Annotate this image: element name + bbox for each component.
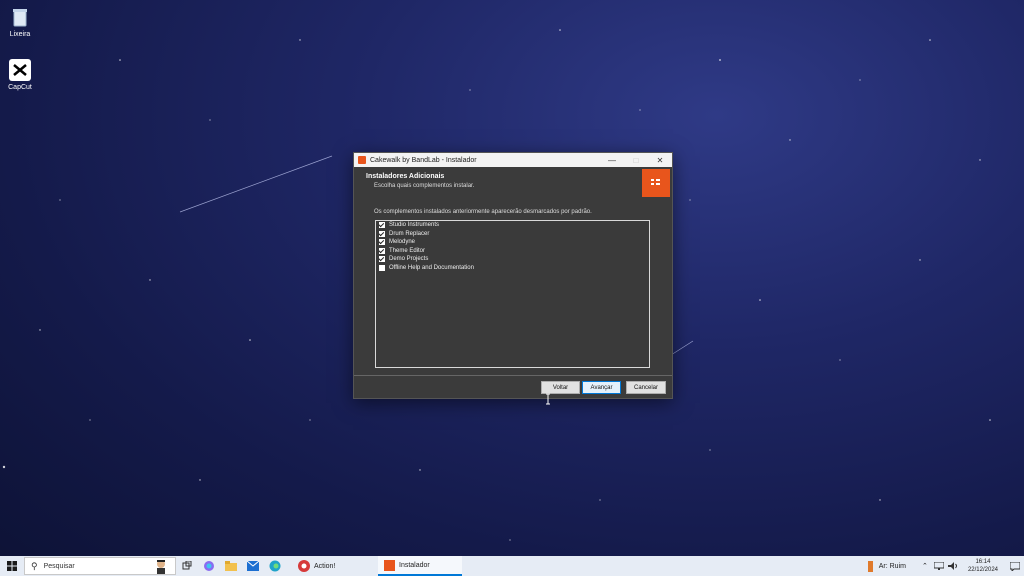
checkbox[interactable]: [379, 256, 385, 263]
volume-button[interactable]: [946, 556, 960, 576]
maximize-button[interactable]: □: [624, 156, 648, 165]
search-placeholder: Pesquisar: [43, 562, 75, 570]
search-box[interactable]: ⚲ Pesquisar: [24, 557, 176, 575]
close-button[interactable]: ✕: [648, 156, 672, 165]
list-item[interactable]: Drum Replacer: [376, 230, 649, 239]
folder-icon: [225, 561, 237, 571]
desktop-icon-label: CapCut: [8, 84, 32, 91]
list-item[interactable]: Studio Instruments: [376, 221, 649, 230]
taskbar-app-installer[interactable]: Instalador: [378, 556, 462, 576]
checkbox[interactable]: [379, 230, 385, 237]
clock-time: 16:14: [975, 559, 991, 565]
notification-bell-icon: [1010, 561, 1020, 571]
cakewalk-installer-icon: [384, 559, 395, 571]
network-button[interactable]: [932, 556, 946, 576]
speaker-icon: [947, 562, 957, 570]
installer-dialog: Cakewalk by BandLab - Instalador — □ ✕ I…: [353, 152, 673, 399]
search-highlight-icon: [157, 560, 165, 574]
copilot-button[interactable]: [198, 556, 220, 576]
cakewalk-app-icon: [358, 156, 366, 164]
header-subtitle: Escolha quais complementos instalar.: [374, 183, 475, 189]
checkbox[interactable]: [379, 222, 385, 229]
chevron-up-icon: ⌃: [922, 563, 928, 570]
next-button[interactable]: Avançar: [582, 381, 621, 394]
desktop-icon-recycle-bin[interactable]: Lixeira: [0, 6, 40, 38]
checkbox[interactable]: [379, 239, 385, 246]
cakewalk-logo-icon: [642, 169, 670, 197]
text-cursor-icon: [546, 393, 550, 405]
list-item[interactable]: Theme Editor: [376, 247, 649, 256]
taskbar: ⚲ Pesquisar Action! Instalador Ar: Ruim …: [0, 556, 1024, 576]
info-note: Os complementos instalados anteriormente…: [374, 209, 592, 215]
network-icon: [933, 562, 944, 570]
start-button[interactable]: [0, 556, 24, 576]
mail-button[interactable]: [242, 556, 264, 576]
system-tray: Ar: Ruim ⌃ 16:14 22/12/2024: [866, 556, 1024, 576]
minimize-button[interactable]: —: [600, 156, 624, 165]
desktop-icon-label: Lixeira: [9, 31, 31, 38]
header-title: Instaladores Adicionais: [366, 173, 445, 180]
edge-browser-icon: [269, 560, 281, 572]
window-title: Cakewalk by BandLab - Instalador: [370, 156, 477, 164]
list-item[interactable]: Demo Projects: [376, 255, 649, 264]
edge-button[interactable]: [264, 556, 286, 576]
cancel-button[interactable]: Cancelar: [626, 381, 666, 394]
weather-widget[interactable]: Ar: Ruim: [866, 560, 906, 572]
list-item[interactable]: Melodyne: [376, 238, 649, 247]
task-view-icon: [182, 561, 192, 570]
checkbox[interactable]: [379, 247, 385, 254]
taskbar-app-action[interactable]: Action!: [292, 556, 374, 576]
notifications-button[interactable]: [1006, 556, 1024, 576]
title-bar[interactable]: Cakewalk by BandLab - Instalador — □ ✕: [354, 153, 672, 167]
divider: [354, 375, 672, 376]
search-icon: ⚲: [31, 560, 38, 571]
windows-icon: [7, 561, 17, 571]
wizard-header: Instaladores Adicionais Escolha quais co…: [354, 167, 672, 205]
desktop-icon-capcut[interactable]: CapCut: [0, 59, 40, 91]
clock[interactable]: 16:14 22/12/2024: [968, 558, 998, 574]
clock-date: 22/12/2024: [967, 567, 998, 573]
file-explorer-button[interactable]: [220, 556, 242, 576]
checkbox[interactable]: [379, 264, 385, 271]
copilot-icon: [204, 561, 214, 571]
recycle-bin-icon: [9, 6, 31, 28]
capcut-icon: [9, 59, 31, 81]
task-view-button[interactable]: [176, 556, 198, 576]
air-quality-icon: [867, 560, 873, 572]
show-hidden-icons-button[interactable]: ⌃: [918, 556, 932, 576]
action-app-icon: [298, 560, 310, 572]
components-list: Studio Instruments Drum Replacer Melodyn…: [375, 220, 650, 368]
list-item[interactable]: Offline Help and Documentation: [376, 264, 649, 273]
mail-icon: [247, 561, 259, 571]
